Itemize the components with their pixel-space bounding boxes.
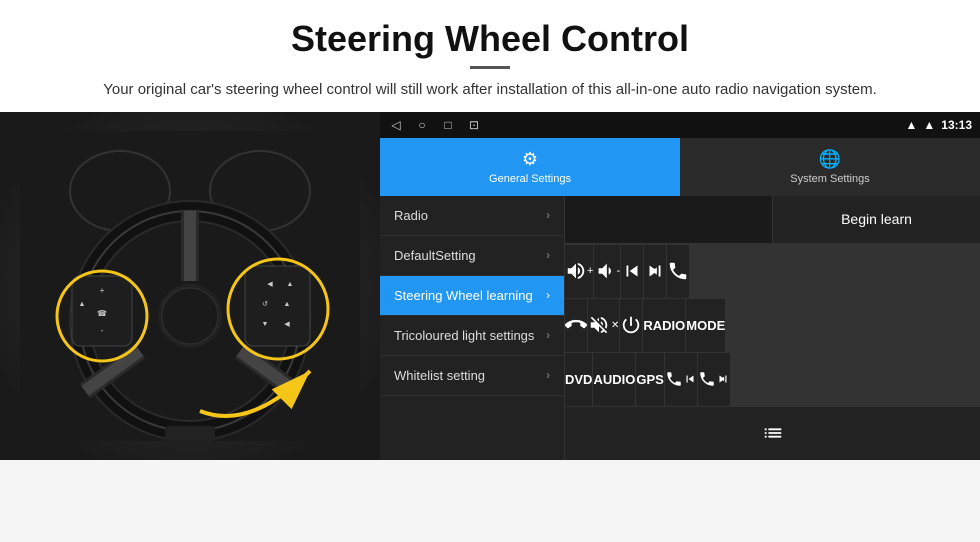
recents-nav-button[interactable]: □ [440, 117, 456, 133]
svg-text:↺: ↺ [262, 301, 268, 308]
chevron-icon: › [546, 368, 550, 382]
menu-item-steering-label: Steering Wheel learning [394, 288, 533, 303]
wifi-icon: ▲ [923, 118, 935, 132]
svg-text:-: - [101, 326, 104, 335]
title-divider [470, 66, 510, 69]
menu-item-default-setting[interactable]: DefaultSetting › [380, 236, 564, 276]
system-settings-icon: 🌐 [819, 149, 841, 170]
menu-nav-button[interactable]: ⊡ [466, 117, 482, 133]
menu-item-tricoloured[interactable]: Tricoloured light settings › [380, 316, 564, 356]
right-panel: Begin learn + - [565, 196, 980, 460]
status-bar-nav: ◁ ○ □ ⊡ [388, 117, 482, 133]
chevron-icon: › [546, 248, 550, 262]
tab-general-label: General Settings [489, 173, 571, 185]
android-panel: ◁ ○ □ ⊡ ▲ ▲ 13:13 ⚙ General Settings 🌐 S… [380, 112, 980, 460]
svg-text:+: + [100, 286, 105, 295]
menu-item-default-label: DefaultSetting [394, 248, 476, 263]
back-nav-button[interactable]: ◁ [388, 117, 404, 133]
svg-text:◀: ◀ [267, 281, 273, 288]
svg-text:▲: ▲ [79, 301, 86, 308]
list-icon-button[interactable] [565, 407, 980, 460]
status-time: 13:13 [941, 118, 972, 132]
svg-text:◀: ◀ [284, 321, 290, 328]
signal-icon: ▲ [906, 118, 918, 132]
settings-panel: Radio › DefaultSetting › Steering Wheel … [380, 196, 980, 460]
menu-item-steering-wheel[interactable]: Steering Wheel learning › [380, 276, 564, 316]
phone-next-button[interactable] [698, 353, 730, 406]
empty-cell [565, 196, 773, 243]
volume-up-button[interactable]: + [565, 245, 593, 298]
svg-text:▲: ▲ [284, 301, 291, 308]
audio-button[interactable]: AUDIO [593, 353, 635, 406]
status-bar-info: ▲ ▲ 13:13 [906, 118, 972, 132]
left-menu: Radio › DefaultSetting › Steering Wheel … [380, 196, 565, 460]
phone-answer-button[interactable] [667, 245, 689, 298]
prev-track-button[interactable] [621, 245, 643, 298]
chevron-icon: › [546, 208, 550, 222]
home-nav-button[interactable]: ○ [414, 117, 430, 133]
menu-item-whitelist[interactable]: Whitelist setting › [380, 356, 564, 396]
mode-button[interactable]: MODE [686, 299, 725, 352]
phone-prev-button[interactable] [665, 353, 697, 406]
svg-text:☎: ☎ [97, 309, 107, 318]
general-settings-icon: ⚙ [522, 149, 538, 170]
menu-item-whitelist-label: Whitelist setting [394, 368, 485, 383]
status-bar: ◁ ○ □ ⊡ ▲ ▲ 13:13 [380, 112, 980, 138]
tab-system-settings[interactable]: 🌐 System Settings [680, 138, 980, 196]
menu-item-tricoloured-label: Tricoloured light settings [394, 328, 534, 343]
svg-text:▲: ▲ [287, 281, 294, 288]
begin-learn-button[interactable]: Begin learn [773, 196, 980, 243]
steering-wheel-illustration: + ▲ ☎ - ◀ ▲ ↺ ▲ ▼ ◀ [0, 112, 380, 460]
dvd-button[interactable]: DVD [565, 353, 592, 406]
chevron-icon: › [546, 288, 550, 302]
volume-down-button[interactable]: - [594, 245, 620, 298]
tab-bar: ⚙ General Settings 🌐 System Settings [380, 138, 980, 196]
radio-mode-button[interactable]: RADIO [643, 299, 685, 352]
gps-button[interactable]: GPS [636, 353, 663, 406]
hang-up-button[interactable] [565, 299, 587, 352]
power-button[interactable] [620, 299, 642, 352]
begin-learn-row: Begin learn [565, 196, 980, 244]
tab-general-settings[interactable]: ⚙ General Settings [380, 138, 680, 196]
menu-item-radio-label: Radio [394, 208, 428, 223]
svg-text:▼: ▼ [262, 321, 269, 328]
tab-system-label: System Settings [790, 173, 869, 185]
menu-item-radio[interactable]: Radio › [380, 196, 564, 236]
next-track-button[interactable] [644, 245, 666, 298]
car-image-area: + ▲ ☎ - ◀ ▲ ↺ ▲ ▼ ◀ [0, 112, 380, 460]
steering-background: + ▲ ☎ - ◀ ▲ ↺ ▲ ▼ ◀ [0, 112, 380, 460]
mute-button[interactable]: ✕ [588, 299, 619, 352]
header-section: Steering Wheel Control Your original car… [0, 0, 980, 112]
chevron-icon: › [546, 328, 550, 342]
page-subtitle: Your original car's steering wheel contr… [60, 79, 920, 102]
main-content: + ▲ ☎ - ◀ ▲ ↺ ▲ ▼ ◀ [0, 112, 980, 460]
page-title: Steering Wheel Control [60, 18, 920, 60]
